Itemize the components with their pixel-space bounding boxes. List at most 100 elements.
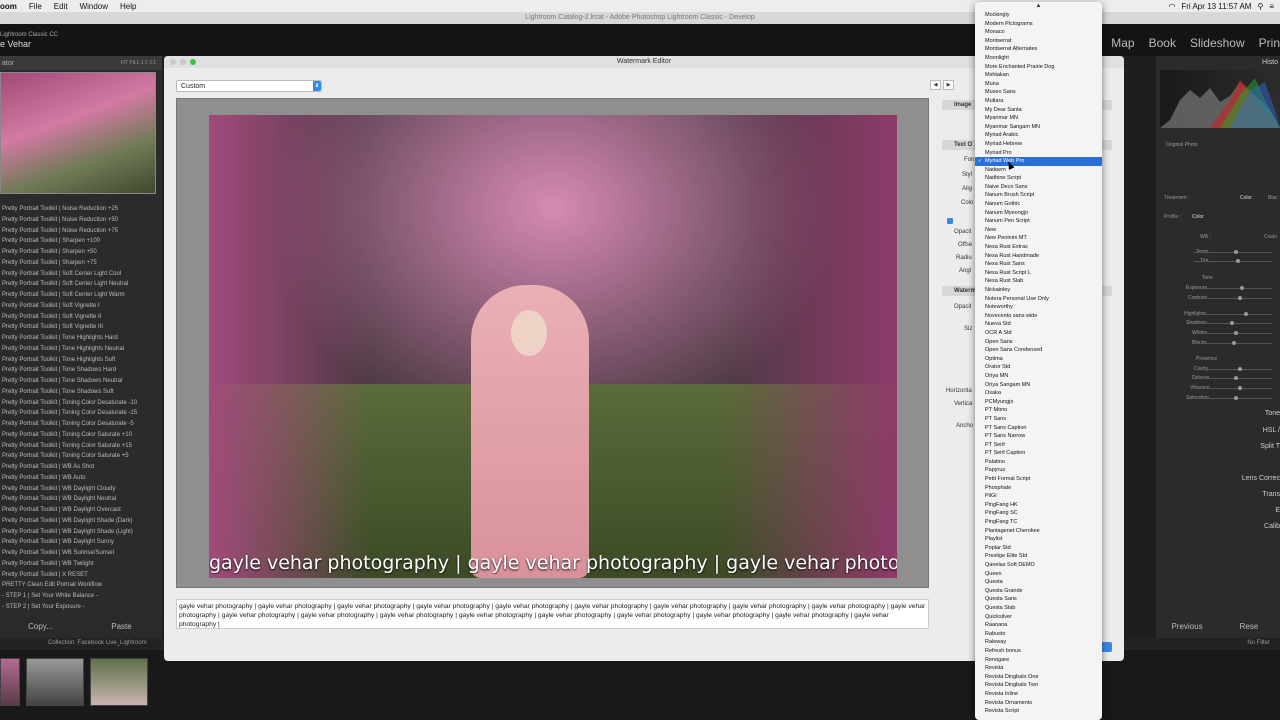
shadow-checkbox[interactable] bbox=[947, 218, 953, 224]
font-option[interactable]: Mutlara bbox=[975, 97, 1102, 106]
watermark-text-field[interactable]: gayle vehar photography | gayle vehar ph… bbox=[176, 599, 929, 629]
preset-item[interactable]: Pretty Portrait Toolkit | Sharpen +100 bbox=[0, 236, 160, 247]
temp-slider[interactable] bbox=[1194, 250, 1272, 254]
font-option[interactable]: Myriad Web Pro bbox=[975, 157, 1102, 166]
histogram-title[interactable]: Histo bbox=[1262, 59, 1278, 66]
module-book[interactable]: Book bbox=[1149, 36, 1176, 50]
section-tone[interactable]: Tone bbox=[1265, 410, 1280, 417]
font-option[interactable]: Myanmar MN bbox=[975, 114, 1102, 123]
menu-window[interactable]: Window bbox=[80, 2, 108, 11]
vibrance-slider[interactable] bbox=[1194, 386, 1272, 390]
exposure-slider[interactable] bbox=[1194, 286, 1272, 290]
section-hsl[interactable]: HSL / bbox=[1263, 427, 1280, 434]
preset-item[interactable]: Pretty Portrait Toolkit | WB Daylight Ov… bbox=[0, 505, 160, 516]
wb-value[interactable]: Custo bbox=[1264, 234, 1277, 240]
font-option[interactable]: Muna bbox=[975, 80, 1102, 89]
font-option[interactable]: Noteworthy bbox=[975, 303, 1102, 312]
menu-edit[interactable]: Edit bbox=[54, 2, 68, 11]
font-option[interactable]: Oriya MN bbox=[975, 372, 1102, 381]
font-option[interactable]: Revista Dingbats Two bbox=[975, 681, 1102, 690]
font-option[interactable]: Nickainley bbox=[975, 286, 1102, 295]
preset-item[interactable]: Pretty Portrait Toolkit | WB Daylight Ne… bbox=[0, 494, 160, 505]
font-option[interactable]: PT Sans Narrow bbox=[975, 432, 1102, 441]
font-option[interactable]: Questa Slab bbox=[975, 604, 1102, 613]
menu-list-icon[interactable]: ≡ bbox=[1269, 2, 1274, 11]
blacks-slider[interactable] bbox=[1194, 341, 1272, 345]
font-option[interactable]: Raanana bbox=[975, 621, 1102, 630]
font-option[interactable]: My Dear Santa bbox=[975, 106, 1102, 115]
app-menu[interactable]: oom bbox=[0, 2, 17, 11]
preset-item[interactable]: Pretty Portrait Toolkit | Noise Reductio… bbox=[0, 204, 160, 215]
whites-slider[interactable] bbox=[1194, 331, 1272, 335]
zoom-button[interactable] bbox=[190, 59, 196, 65]
search-icon[interactable]: ⚲ bbox=[1257, 2, 1263, 11]
font-option[interactable]: Oriya Sangam MN bbox=[975, 381, 1102, 390]
section-lens-corrections[interactable]: Lens Correc bbox=[1242, 475, 1280, 482]
preset-item[interactable]: Pretty Portrait Toolkit | Tone Shadows S… bbox=[0, 387, 160, 398]
dehaze-slider[interactable] bbox=[1194, 376, 1272, 380]
preset-item[interactable]: Pretty Portrait Toolkit | Soft Center Li… bbox=[0, 290, 160, 301]
font-option[interactable]: Nexa Rust Handmade bbox=[975, 252, 1102, 261]
preset-item[interactable]: Pretty Portrait Toolkit | WB Twilight bbox=[0, 559, 160, 570]
filmstrip-thumbnail[interactable] bbox=[0, 658, 20, 706]
preset-item[interactable]: Pretty Portrait Toolkit | Sharpen +75 bbox=[0, 258, 160, 269]
font-option[interactable]: PingFang SC bbox=[975, 509, 1102, 518]
font-option[interactable]: Revista Dingbats One bbox=[975, 673, 1102, 682]
font-option[interactable]: Myriad Hebrew bbox=[975, 140, 1102, 149]
treatment-bw[interactable]: Blac bbox=[1268, 195, 1278, 201]
preset-item[interactable]: Pretty Portrait Toolkit | Soft Vignette … bbox=[0, 322, 160, 333]
font-option[interactable]: New Peninim MT bbox=[975, 234, 1102, 243]
font-option[interactable]: Monaco bbox=[975, 28, 1102, 37]
font-option[interactable]: More Enchanted Prairie Dog bbox=[975, 63, 1102, 72]
font-option[interactable]: Open Sans bbox=[975, 338, 1102, 347]
font-option[interactable]: OCR A Std bbox=[975, 329, 1102, 338]
font-option[interactable]: PT Serif bbox=[975, 441, 1102, 450]
module-print[interactable]: Prin bbox=[1259, 36, 1280, 50]
preset-item[interactable]: Pretty Portrait Toolkit | Tone Highlight… bbox=[0, 355, 160, 366]
module-map[interactable]: Map bbox=[1111, 36, 1134, 50]
preset-item[interactable]: Pretty Portrait Toolkit | Toning Color S… bbox=[0, 441, 160, 452]
font-option[interactable]: Raleway bbox=[975, 638, 1102, 647]
paste-button[interactable]: Paste bbox=[81, 616, 162, 638]
menu-file[interactable]: File bbox=[29, 2, 42, 11]
preset-dropdown[interactable]: Custom ⇕ bbox=[176, 80, 322, 92]
preset-item[interactable]: Pretty Portrait Toolkit | Soft Vignette … bbox=[0, 312, 160, 323]
font-option[interactable]: Nexa Rust Sans bbox=[975, 260, 1102, 269]
font-option[interactable]: Nueva Std bbox=[975, 320, 1102, 329]
font-option[interactable]: Quicksilver bbox=[975, 613, 1102, 622]
filmstrip-thumbnail[interactable] bbox=[90, 658, 148, 706]
font-option[interactable]: Questa Grande bbox=[975, 587, 1102, 596]
font-option[interactable]: Petit Formal Script bbox=[975, 475, 1102, 484]
preset-item[interactable]: Pretty Portrait Toolkit | Toning Color S… bbox=[0, 430, 160, 441]
font-option[interactable]: PT Serif Caption bbox=[975, 449, 1102, 458]
font-option[interactable]: Refresh bonus bbox=[975, 647, 1102, 656]
font-option[interactable]: Nanum Brush Script bbox=[975, 191, 1102, 200]
font-option[interactable]: Naive Deco Sans bbox=[975, 183, 1102, 192]
preset-item[interactable]: Pretty Portrait Toolkit | Tone Shadows N… bbox=[0, 376, 160, 387]
font-option[interactable]: Questa bbox=[975, 578, 1102, 587]
zoom-3-1[interactable]: 3:1 bbox=[149, 60, 156, 66]
font-option[interactable]: Queen bbox=[975, 570, 1102, 579]
zoom-1-1[interactable]: 1:1 bbox=[141, 60, 148, 66]
font-option[interactable]: Orator Std bbox=[975, 363, 1102, 372]
section-transform[interactable]: Trans bbox=[1262, 491, 1280, 498]
font-option[interactable]: Poplar Std bbox=[975, 544, 1102, 553]
font-option[interactable]: Optima bbox=[975, 355, 1102, 364]
preset-item[interactable]: Pretty Portrait Toolkit | Toning Color S… bbox=[0, 451, 160, 462]
font-option[interactable]: Revista Script bbox=[975, 707, 1102, 716]
navigator-header[interactable]: ator FIT FILL 1:1 3:1 bbox=[0, 56, 162, 70]
preset-item[interactable]: Pretty Portrait Toolkit | WB Sunrise/Sun… bbox=[0, 548, 160, 559]
filmstrip-thumbnail[interactable] bbox=[26, 658, 84, 706]
navigator-preview[interactable] bbox=[0, 72, 156, 194]
zoom-fit[interactable]: FIT bbox=[121, 60, 128, 66]
filter-dropdown[interactable]: No Filter bbox=[1247, 640, 1270, 646]
font-option[interactable]: PingFang HK bbox=[975, 501, 1102, 510]
preset-item[interactable]: Pretty Portrait Toolkit | Toning Color D… bbox=[0, 419, 160, 430]
font-option[interactable]: Mshtakan bbox=[975, 71, 1102, 80]
font-option[interactable]: Myanmar Sangam MN bbox=[975, 123, 1102, 132]
font-option[interactable]: Nanum Pen Script bbox=[975, 217, 1102, 226]
font-option[interactable]: Questa Sans bbox=[975, 595, 1102, 604]
font-option[interactable]: Myriad Arabic bbox=[975, 131, 1102, 140]
clarity-slider[interactable] bbox=[1194, 367, 1272, 371]
font-option[interactable]: Nanum Myeongjo bbox=[975, 209, 1102, 218]
